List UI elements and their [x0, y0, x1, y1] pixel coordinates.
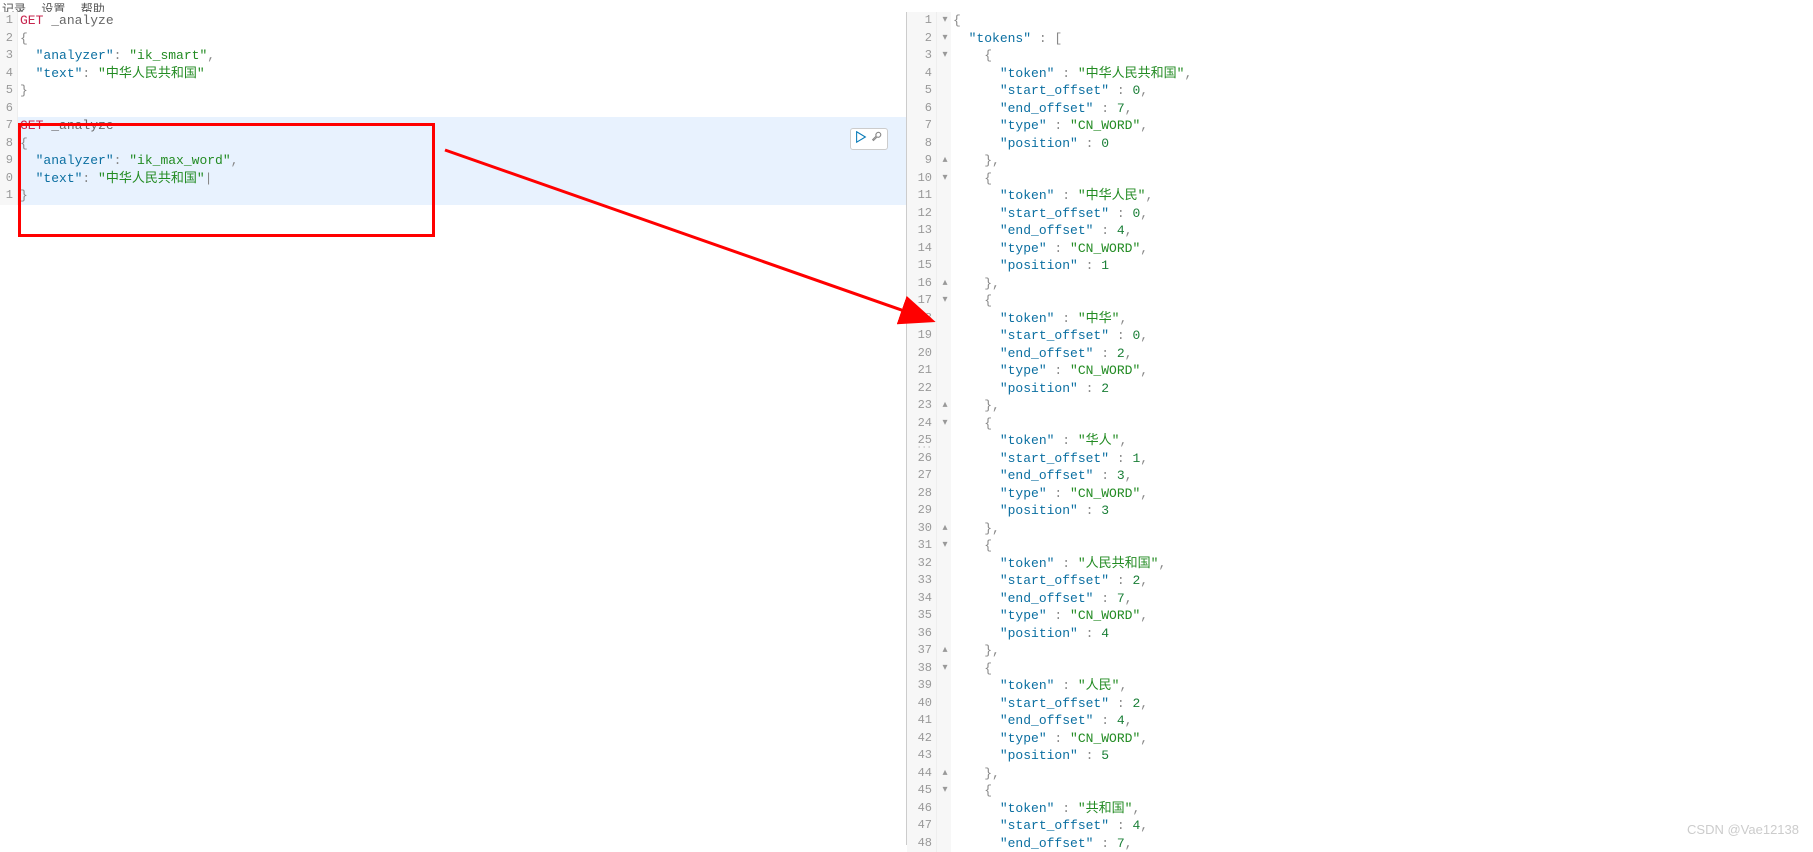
- request-actions: [850, 128, 888, 150]
- split-container: 1 2 3 4 5 6 7 8 9 0 1 GET _analyze { "an…: [0, 12, 1813, 845]
- top-menu: 记录 设置 帮助: [0, 0, 1813, 12]
- splitter-handle[interactable]: ⋮: [915, 440, 931, 454]
- request-editor[interactable]: 1 2 3 4 5 6 7 8 9 0 1 GET _analyze { "an…: [0, 12, 907, 845]
- watermark: CSDN @Vae12138: [1687, 822, 1799, 837]
- left-code-lines[interactable]: GET _analyze { "analyzer": "ik_smart", "…: [18, 12, 906, 205]
- run-icon[interactable]: [854, 130, 868, 148]
- right-gutter: 1234567891011121314151617181920212223242…: [907, 12, 937, 852]
- right-code-lines[interactable]: { "tokens" : [ { "token" : "中华人民共和国", "s…: [951, 12, 1813, 852]
- response-editor[interactable]: 1234567891011121314151617181920212223242…: [907, 12, 1813, 845]
- wrench-icon[interactable]: [870, 130, 884, 148]
- right-fold-gutter: ▾▾▾▴▾▴▾▴▾▴▾▴▾▴▾: [937, 12, 951, 852]
- left-gutter: 1 2 3 4 5 6 7 8 9 0 1: [0, 12, 18, 205]
